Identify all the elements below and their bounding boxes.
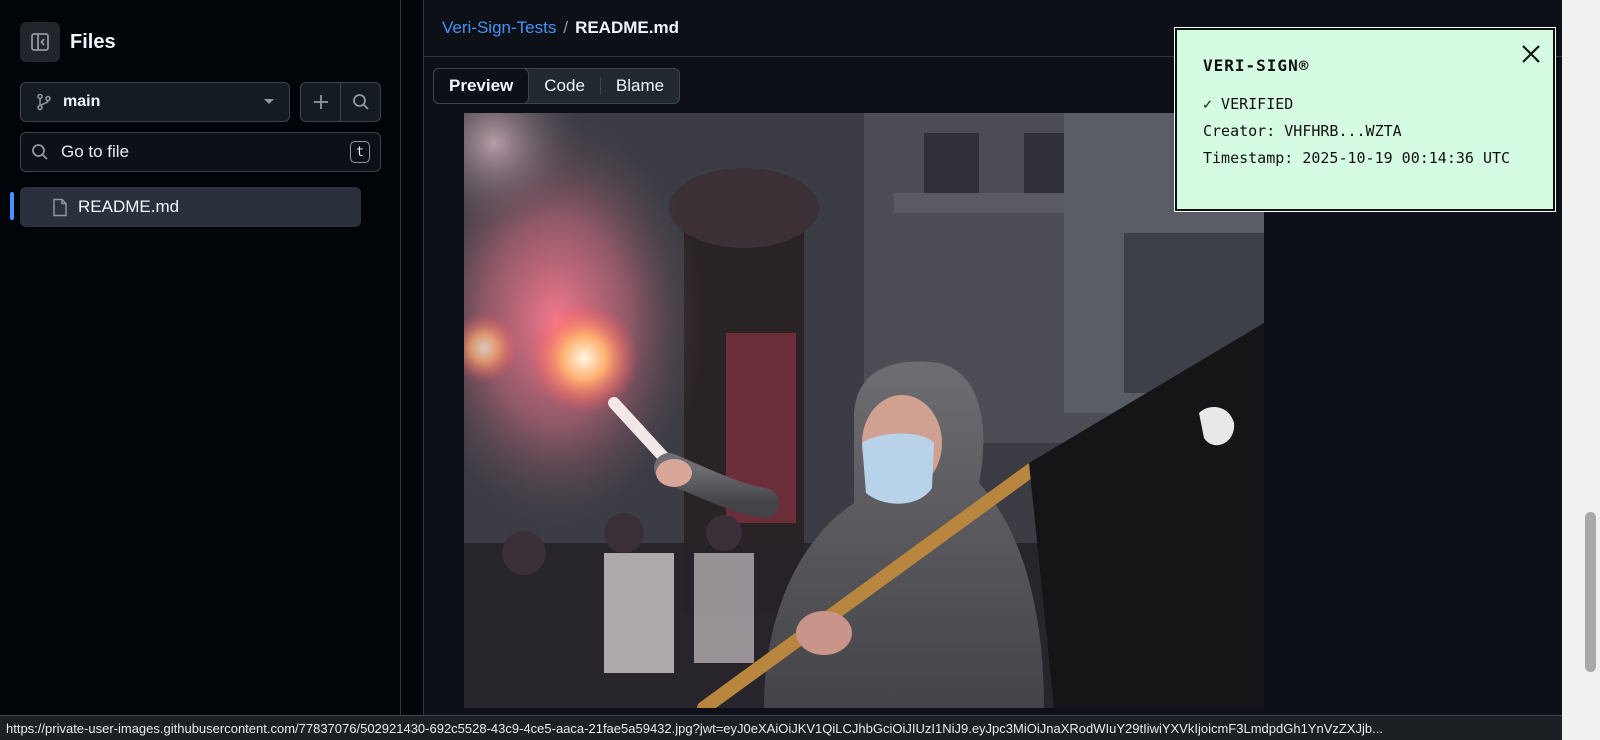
go-to-file-input[interactable] — [59, 141, 340, 163]
branch-name: main — [63, 93, 101, 110]
tab-code[interactable]: Code — [529, 69, 600, 103]
popup-title: VERI-SIGN® — [1203, 56, 1310, 75]
protest-photo — [464, 113, 1264, 708]
search-code-button[interactable] — [340, 83, 380, 121]
breadcrumb-separator: / — [563, 18, 569, 37]
readme-image[interactable] — [464, 113, 1264, 708]
file-icon — [53, 198, 67, 216]
search-icon — [352, 94, 369, 110]
caret-down-icon — [264, 99, 274, 104]
add-file-button[interactable] — [301, 83, 340, 121]
collapse-sidebar-button[interactable] — [20, 22, 60, 62]
sidebar-title: Files — [70, 30, 116, 53]
page-scrollbar-thumb[interactable] — [1585, 512, 1596, 672]
keyboard-shortcut-hint: t — [350, 141, 370, 163]
file-tree-sidebar: Files main Go to file t README.md — [0, 0, 401, 740]
selected-indicator — [10, 192, 14, 220]
link-status-bar: https://private-user-images.githubuserco… — [0, 715, 1562, 740]
branch-selector-button[interactable]: main — [20, 82, 290, 122]
git-branch-icon — [37, 93, 51, 111]
tree-item-label: README.md — [78, 197, 180, 216]
tab-blame[interactable]: Blame — [601, 69, 679, 103]
breadcrumb-current-file: README.md — [575, 18, 679, 37]
timestamp-line: Timestamp: 2025-10-19 00:14:36 UTC — [1203, 149, 1511, 167]
breadcrumb-repo-link[interactable]: Veri-Sign-Tests — [442, 18, 556, 38]
creator-line: Creator: VHFHRB...WZTA — [1203, 122, 1402, 140]
file-actions-group — [300, 82, 381, 122]
verification-status: ✓ VERIFIED — [1203, 95, 1294, 113]
search-icon — [32, 144, 48, 160]
sidebar-collapse-icon — [31, 33, 49, 51]
close-icon[interactable] — [1519, 42, 1543, 66]
sidebar-header: Files — [20, 22, 116, 62]
view-mode-tabs: Preview Code Blame — [433, 68, 681, 104]
go-to-file-field[interactable]: t — [20, 132, 381, 172]
tab-preview[interactable]: Preview — [433, 68, 530, 104]
verisign-verification-popup: VERI-SIGN® ✓ VERIFIED Creator: VHFHRB...… — [1175, 28, 1555, 211]
tree-item-readme[interactable]: README.md — [20, 187, 361, 227]
plus-icon — [313, 95, 328, 109]
